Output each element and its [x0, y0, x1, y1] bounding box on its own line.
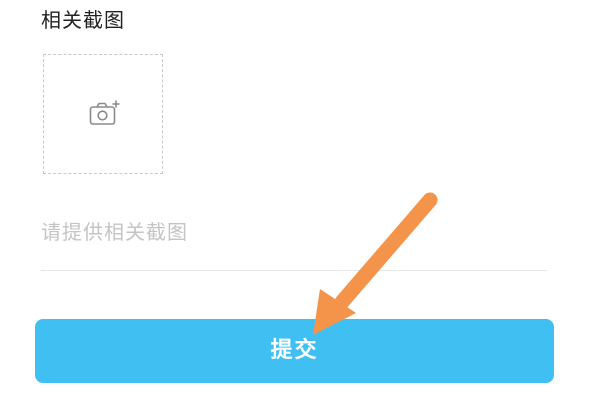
feedback-form: 相关截图 提交 — [0, 0, 600, 400]
input-divider — [41, 270, 547, 271]
submit-button[interactable]: 提交 — [35, 319, 554, 383]
submit-button-label: 提交 — [270, 338, 319, 363]
screenshot-section-title: 相关截图 — [41, 8, 125, 32]
screenshot-description-input[interactable] — [41, 212, 547, 252]
screenshot-upload-box[interactable] — [43, 54, 163, 174]
camera-add-icon — [89, 100, 120, 125]
